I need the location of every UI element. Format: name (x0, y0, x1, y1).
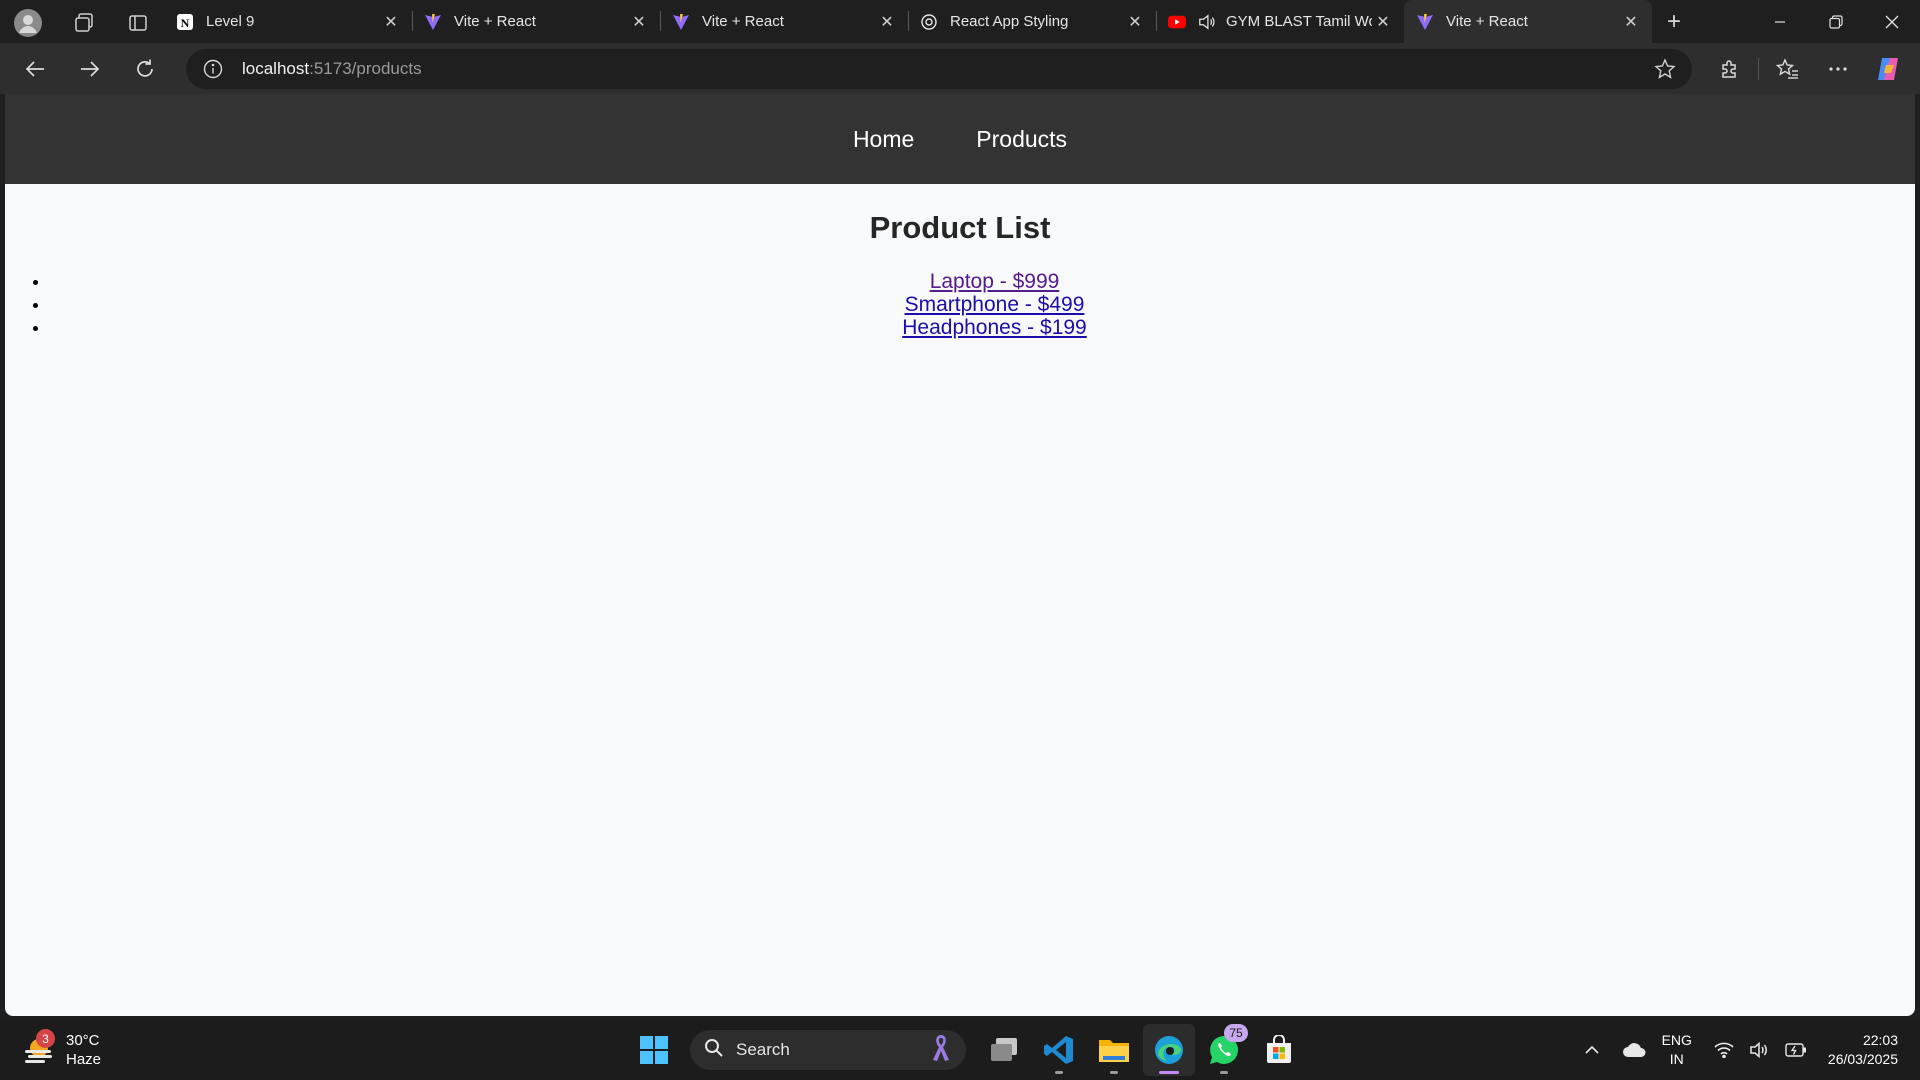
address-bar[interactable]: localhost :5173/products (186, 48, 1692, 89)
weather-widget[interactable]: 3 30°C Haze (22, 1029, 101, 1069)
browser-toolbar: localhost :5173/products (0, 43, 1920, 94)
taskbar-search[interactable]: Search (690, 1030, 966, 1070)
search-icon (704, 1038, 724, 1063)
product-link-smartphone[interactable]: Smartphone - $499 (881, 293, 1085, 316)
vertical-tabs-icon[interactable] (118, 3, 158, 43)
clock-time: 22:03 (1862, 1032, 1898, 1048)
close-icon[interactable]: ✕ (1372, 11, 1394, 33)
tab-vite-react-1[interactable]: Vite + React ✕ (412, 0, 660, 43)
tab-list: N Level 9 ✕ Vite + React ✕ Vite + React … (164, 0, 1652, 43)
favorites-icon[interactable] (1763, 49, 1813, 89)
nav-link-home[interactable]: Home (853, 126, 914, 153)
url-host: localhost (242, 58, 310, 78)
close-icon[interactable]: ✕ (1620, 11, 1642, 33)
tab-react-app-styling[interactable]: React App Styling ✕ (908, 0, 1156, 43)
nav-link-products[interactable]: Products (976, 126, 1067, 153)
speaker-icon[interactable] (1198, 13, 1216, 31)
close-window-icon[interactable] (1864, 0, 1920, 43)
extensions-icon[interactable] (1704, 49, 1754, 89)
edge-browser-icon[interactable] (1143, 1024, 1195, 1076)
tab-title: Vite + React (702, 13, 784, 30)
notification-badge: 75 (1224, 1024, 1248, 1042)
tab-title: Vite + React (1446, 13, 1528, 30)
weather-text: 30°C Haze (66, 1031, 101, 1069)
browser-tab-strip: N Level 9 ✕ Vite + React ✕ Vite + React … (0, 0, 1920, 43)
weather-condition: Haze (66, 1051, 102, 1068)
windows-taskbar: 3 30°C Haze Search 75 ENG IN 22:03 26/03… (0, 1020, 1920, 1080)
page-viewport: Home Products Product List Laptop - $999… (5, 94, 1915, 1016)
wifi-icon[interactable] (1706, 1030, 1742, 1070)
list-item: Smartphone - $499 (50, 293, 1915, 316)
weather-alert-badge: 3 (36, 1029, 55, 1048)
tab-title: React App Styling (950, 13, 1069, 30)
product-link-headphones[interactable]: Headphones - $199 (878, 316, 1086, 339)
page-title: Product List (869, 210, 1051, 245)
region-code: IN (1669, 1051, 1684, 1067)
system-tray: ENG IN 22:03 26/03/2025 (1574, 1020, 1920, 1080)
taskbar-apps: Search 75 (630, 1020, 1305, 1080)
language-code: ENG (1661, 1032, 1692, 1048)
weather-temp: 30°C (66, 1032, 100, 1049)
minimize-icon[interactable] (1752, 0, 1808, 43)
close-icon[interactable]: ✕ (628, 11, 650, 33)
close-icon[interactable]: ✕ (876, 11, 898, 33)
task-view-icon[interactable] (978, 1024, 1030, 1076)
tab-gym-blast[interactable]: GYM BLAST Tamil Wo ✕ (1156, 0, 1404, 43)
whatsapp-icon[interactable]: 75 (1198, 1024, 1250, 1076)
language-indicator[interactable]: ENG IN (1662, 1031, 1692, 1069)
vite-icon (672, 13, 690, 31)
onedrive-cloud-icon[interactable] (1616, 1030, 1652, 1070)
battery-charging-icon[interactable] (1778, 1030, 1814, 1070)
favorite-star-icon[interactable] (1654, 57, 1676, 80)
profile-avatar-icon[interactable] (8, 3, 48, 43)
new-tab-button[interactable]: + (1652, 0, 1696, 43)
restore-icon[interactable] (1808, 0, 1864, 43)
toolbar-actions (1704, 49, 1913, 89)
close-icon[interactable]: ✕ (1124, 11, 1146, 33)
window-controls (1752, 0, 1920, 43)
tab-title: Vite + React (454, 13, 536, 30)
running-indicator (1110, 1071, 1118, 1074)
tab-vite-react-2[interactable]: Vite + React ✕ (660, 0, 908, 43)
more-options-icon[interactable] (1813, 49, 1863, 89)
copilot-icon[interactable] (1863, 49, 1913, 89)
site-info-icon[interactable] (202, 58, 224, 80)
product-link-laptop[interactable]: Laptop - $999 (906, 270, 1060, 293)
product-list: Laptop - $999 Smartphone - $499 Headphon… (5, 270, 1915, 339)
system-clock[interactable]: 22:03 26/03/2025 (1828, 1031, 1898, 1069)
reload-icon[interactable] (120, 49, 170, 89)
haze-weather-icon: 3 (22, 1029, 56, 1067)
close-icon[interactable]: ✕ (380, 11, 402, 33)
windows-start-icon[interactable] (630, 1026, 678, 1074)
svg-text:N: N (181, 16, 190, 30)
list-item: Headphones - $199 (50, 316, 1915, 339)
url-path: :5173/products (309, 58, 422, 78)
list-item: Laptop - $999 (50, 270, 1915, 293)
workspaces-icon[interactable] (64, 3, 104, 43)
vite-icon (424, 13, 442, 31)
microsoft-store-icon[interactable] (1253, 1024, 1305, 1076)
vite-icon (1416, 13, 1434, 31)
active-indicator (1159, 1071, 1179, 1074)
openai-icon (920, 13, 938, 31)
volume-icon[interactable] (1742, 1030, 1778, 1070)
toolbar-divider (1758, 57, 1759, 80)
file-explorer-icon[interactable] (1088, 1024, 1140, 1076)
search-placeholder: Search (736, 1040, 790, 1059)
tab-vite-react-active[interactable]: Vite + React ✕ (1404, 0, 1652, 43)
tab-title: Level 9 (206, 13, 255, 30)
awareness-ribbon-icon (930, 1033, 952, 1068)
running-indicator (1220, 1071, 1228, 1074)
tab-title: GYM BLAST Tamil Wo (1226, 13, 1372, 30)
youtube-icon (1168, 13, 1186, 31)
vscode-icon[interactable] (1033, 1024, 1085, 1076)
forward-arrow-icon[interactable] (65, 49, 115, 89)
notion-icon: N (176, 13, 194, 31)
site-navbar: Home Products (5, 94, 1915, 184)
chevron-up-icon[interactable] (1574, 1030, 1610, 1070)
running-indicator (1055, 1071, 1063, 1074)
back-arrow-icon[interactable] (10, 49, 60, 89)
tab-level-9[interactable]: N Level 9 ✕ (164, 0, 412, 43)
clock-date: 26/03/2025 (1827, 1051, 1898, 1067)
